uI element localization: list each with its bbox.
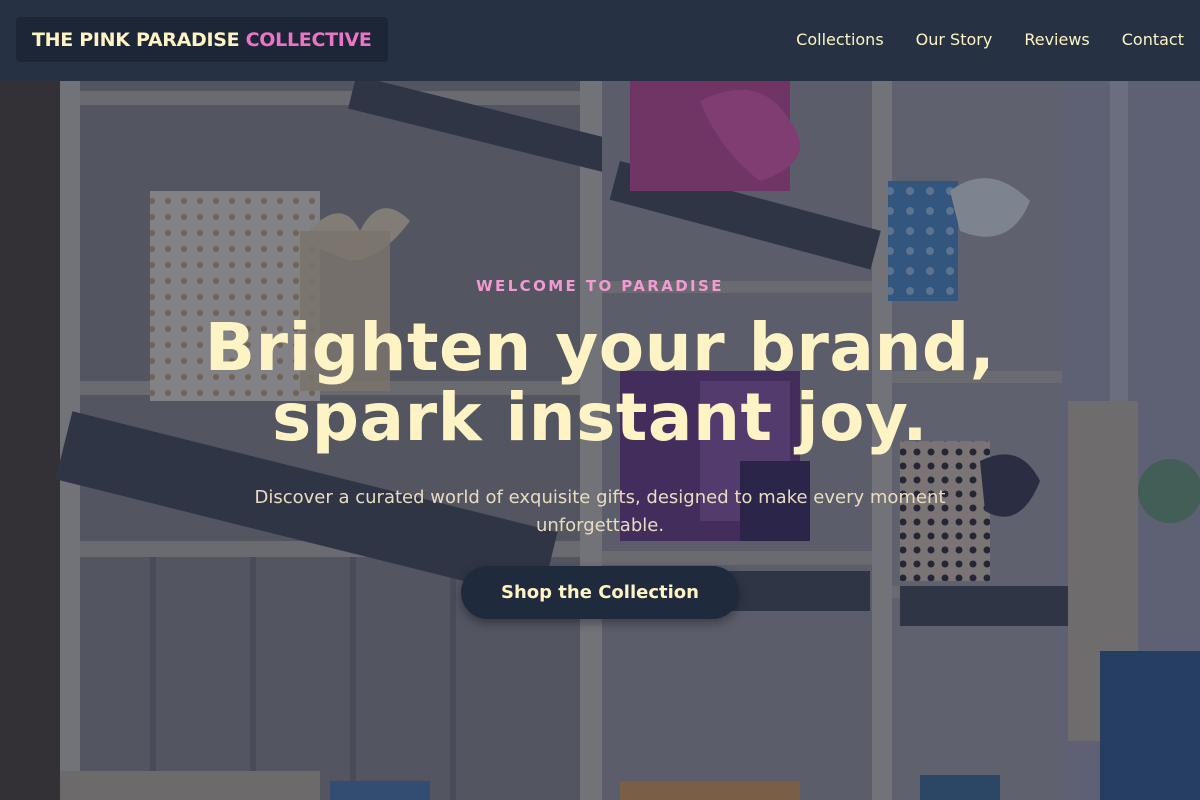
brand-name: THE PINK PARADISE (32, 28, 240, 51)
nav-link-contact[interactable]: Contact (1122, 30, 1184, 49)
shop-collection-button[interactable]: Shop the Collection (461, 566, 739, 619)
nav-link-collections[interactable]: Collections (796, 30, 883, 49)
nav-link-reviews[interactable]: Reviews (1024, 30, 1089, 49)
main-nav: Collections Our Story Reviews Contact (764, 0, 1184, 79)
hero-eyebrow: WELCOME TO PARADISE (476, 277, 724, 295)
hero-content: WELCOME TO PARADISE Brighten your brand,… (0, 81, 1200, 800)
hero-section: WELCOME TO PARADISE Brighten your brand,… (0, 81, 1200, 800)
hero-headline: Brighten your brand, spark instant joy. (100, 313, 1100, 453)
hero-subtext: Discover a curated world of exquisite gi… (254, 487, 946, 536)
hero-headline-line-1: Brighten your brand, (204, 309, 996, 386)
hero-headline-line-2: spark instant joy. (272, 379, 928, 456)
nav-link-our-story[interactable]: Our Story (916, 30, 993, 49)
site-header: THE PINK PARADISE COLLECTIVE Collections… (0, 0, 1200, 81)
brand-logo[interactable]: THE PINK PARADISE COLLECTIVE (16, 17, 388, 62)
brand-name-accent: COLLECTIVE (245, 28, 372, 51)
